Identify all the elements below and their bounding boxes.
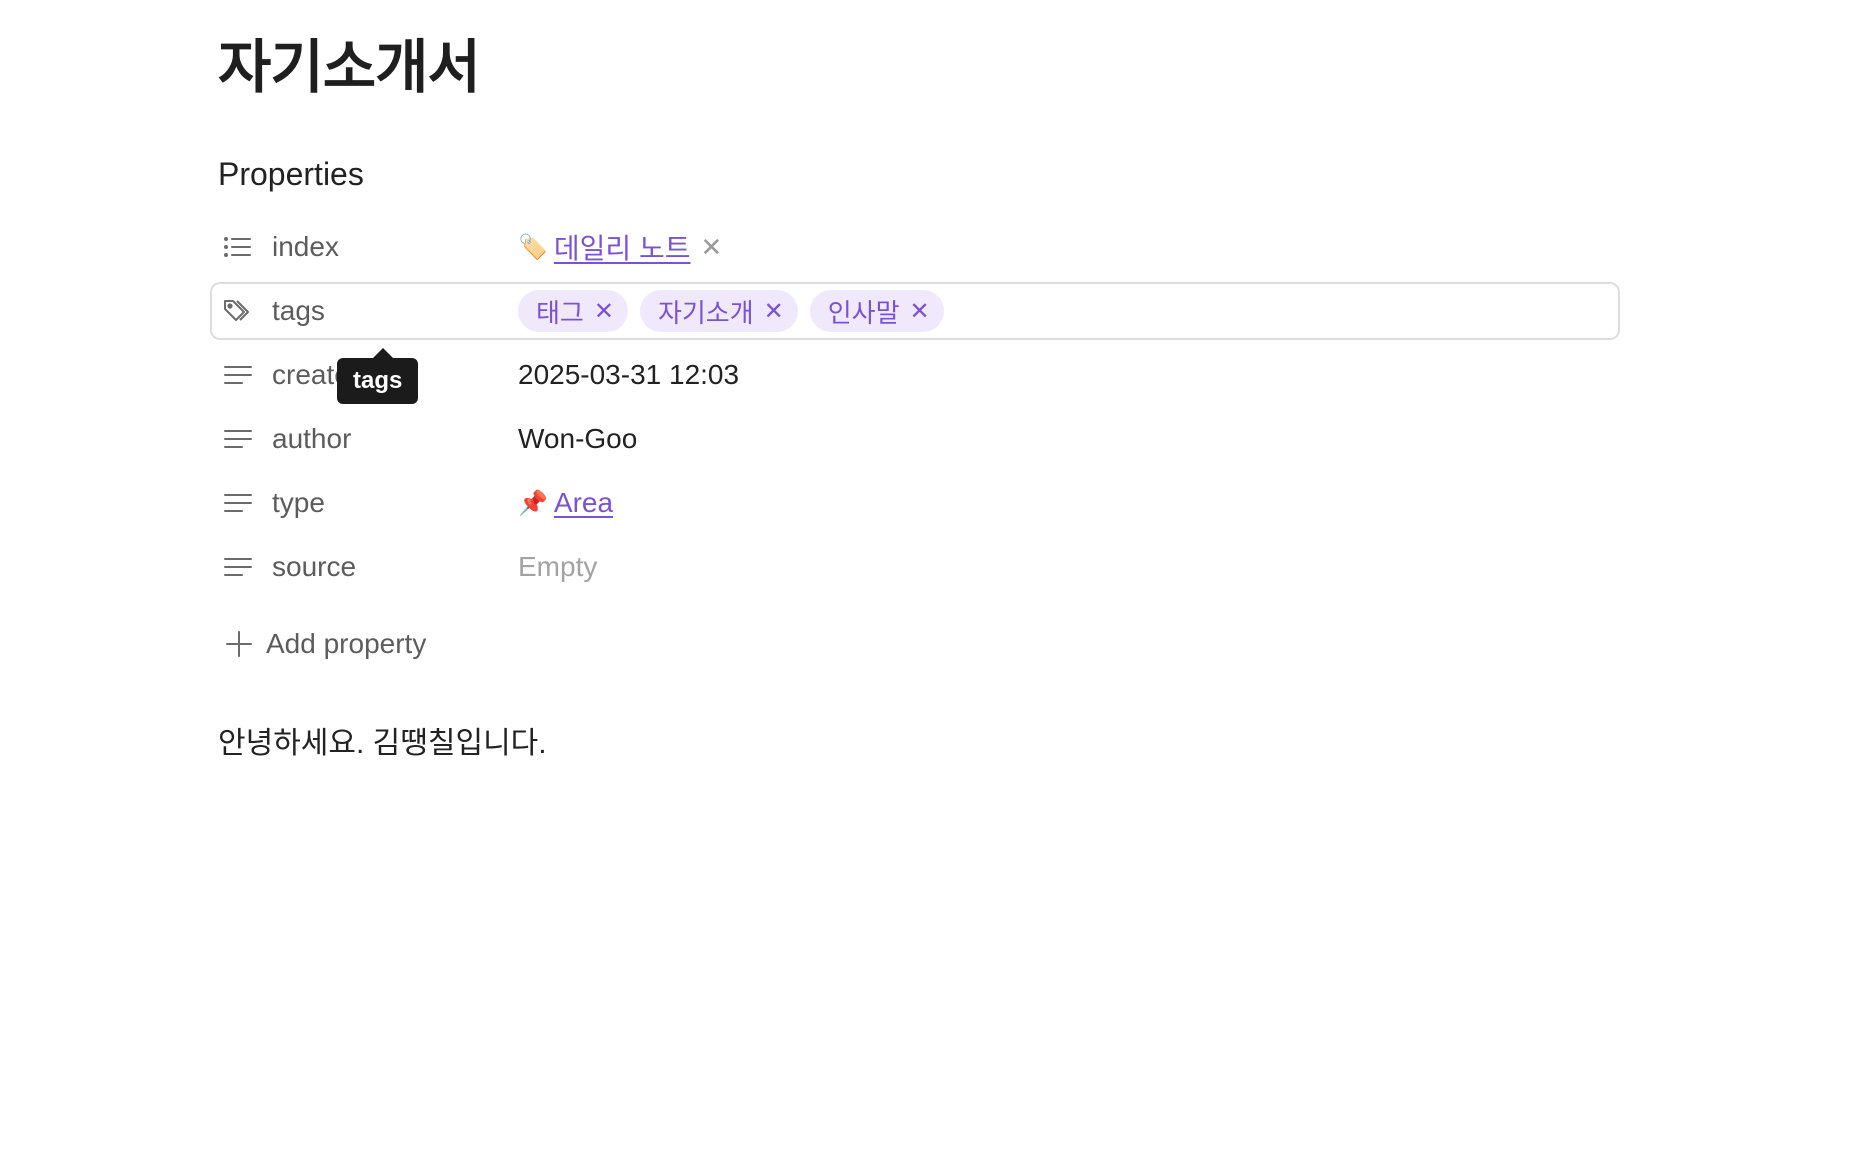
note-title[interactable]: 자기소개서 — [218, 28, 481, 108]
type-link[interactable]: Area — [554, 487, 613, 519]
tag-pill[interactable]: 태그 ✕ — [518, 290, 628, 332]
note-body-text[interactable]: 안녕하세요. 김땡칠입니다. — [218, 724, 547, 764]
index-link[interactable]: 데일리 노트 — [554, 227, 691, 267]
remove-tag-icon[interactable]: ✕ — [764, 297, 784, 326]
tag-label: 인사말 — [827, 297, 900, 328]
list-icon — [222, 231, 254, 263]
tags-tooltip: tags — [337, 348, 419, 404]
text-icon — [222, 423, 254, 455]
add-property-label: Add property — [266, 628, 427, 659]
plus-icon — [224, 629, 254, 659]
property-value-type[interactable]: 📌 Area — [518, 487, 613, 519]
property-row-source[interactable]: source Empty — [210, 538, 1620, 596]
property-key[interactable]: source — [272, 551, 356, 583]
tag-label: 태그 — [536, 297, 584, 328]
property-key[interactable]: index — [272, 231, 339, 263]
property-key[interactable]: author — [272, 423, 351, 455]
tag-label: 자기소개 — [657, 297, 754, 328]
property-value-created[interactable]: 2025-03-31 12:03 — [518, 359, 739, 391]
label-tag-emoji-icon: 🏷️ — [518, 233, 548, 261]
property-value-author[interactable]: Won-Goo — [518, 423, 637, 455]
text-icon — [222, 551, 254, 583]
property-row-tags[interactable]: tags 태그 ✕ 자기소개 ✕ 인사말 ✕ — [210, 282, 1620, 340]
property-row-index[interactable]: index 🏷️ 데일리 노트 ✕ — [210, 218, 1620, 276]
property-row-created[interactable]: created 2025-03-31 12:03 — [210, 346, 1620, 404]
remove-tag-icon[interactable]: ✕ — [594, 297, 614, 326]
add-property-button[interactable]: Add property — [224, 622, 426, 666]
pushpin-icon: 📌 — [518, 489, 548, 517]
property-value-tags[interactable]: 태그 ✕ 자기소개 ✕ 인사말 ✕ — [518, 290, 956, 332]
property-row-author[interactable]: author Won-Goo — [210, 410, 1620, 468]
text-icon — [222, 487, 254, 519]
tag-pill[interactable]: 자기소개 ✕ — [639, 290, 798, 332]
properties-heading[interactable]: Properties — [218, 154, 364, 194]
note-view: 자기소개서 Properties index 🏷️ 데일리 노트 ✕ tags — [0, 0, 1856, 1176]
text-icon — [222, 359, 254, 391]
tag-pill[interactable]: 인사말 ✕ — [809, 290, 944, 332]
property-row-type[interactable]: type 📌 Area — [210, 474, 1620, 532]
property-key[interactable]: tags — [272, 295, 325, 327]
remove-tag-icon[interactable]: ✕ — [910, 297, 930, 326]
property-value-source[interactable]: Empty — [518, 551, 597, 583]
property-key[interactable]: type — [272, 487, 325, 519]
property-value-index[interactable]: 🏷️ 데일리 노트 ✕ — [518, 227, 722, 267]
tags-icon — [222, 295, 254, 327]
remove-index-icon[interactable]: ✕ — [700, 232, 722, 263]
